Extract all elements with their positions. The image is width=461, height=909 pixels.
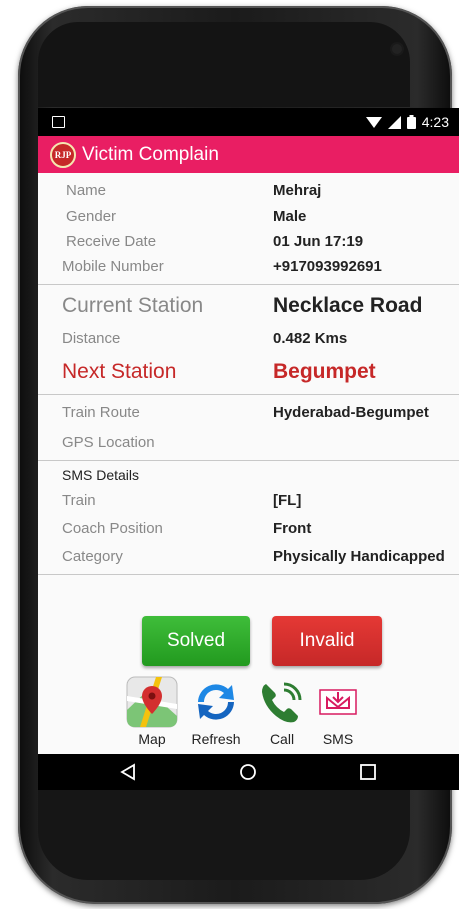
back-button[interactable] <box>98 754 158 790</box>
sms-action[interactable]: SMS <box>312 676 364 747</box>
coach-position-label: Coach Position <box>62 520 163 537</box>
name-value: Mehraj <box>273 182 322 199</box>
sms-details-heading: SMS Details <box>62 467 140 483</box>
navigation-bar <box>38 754 459 790</box>
distance-value: 0.482 Kms <box>273 330 348 347</box>
map-icon <box>126 676 178 728</box>
train-value: [FL] <box>273 492 302 509</box>
rpf-logo-icon: RJP <box>50 141 76 168</box>
name-label: Name <box>66 182 107 199</box>
receive-date-value: 01 Jun 17:19 <box>273 233 364 250</box>
map-action[interactable]: Map <box>126 676 178 747</box>
divider <box>38 394 459 395</box>
refresh-icon <box>198 684 234 720</box>
call-caption: Call <box>269 731 295 747</box>
next-station-label: Next Station <box>62 360 177 383</box>
phone-icon <box>262 682 302 723</box>
status-time: 4:23 <box>421 114 449 130</box>
wifi-icon <box>365 116 382 128</box>
next-station-value: Begumpet <box>273 360 376 383</box>
screenshot-notification-icon <box>52 116 65 128</box>
train-label: Train <box>62 492 96 509</box>
gps-location-label: GPS Location <box>62 434 155 451</box>
solved-button[interactable]: Solved <box>142 616 250 666</box>
mobile-label: Mobile Number <box>62 258 164 275</box>
recents-icon <box>360 764 376 780</box>
phone-top-bezel <box>38 22 410 107</box>
divider <box>38 460 459 461</box>
home-icon <box>240 764 256 780</box>
gender-label: Gender <box>66 208 117 225</box>
map-caption: Map <box>138 731 166 747</box>
train-route-label: Train Route <box>62 404 140 421</box>
current-station-label: Current Station <box>62 294 204 317</box>
status-bar: 4:23 <box>38 108 459 136</box>
signal-icon <box>387 115 401 129</box>
coach-position-value: Front <box>273 520 312 537</box>
invalid-button[interactable]: Invalid <box>272 616 382 666</box>
recents-button[interactable] <box>338 754 398 790</box>
current-station-value: Necklace Road <box>273 294 423 317</box>
home-button[interactable] <box>218 754 278 790</box>
receive-date-label: Receive Date <box>66 233 157 250</box>
front-camera <box>392 44 402 54</box>
gender-value: Male <box>273 208 307 225</box>
divider <box>38 284 459 285</box>
status-indicators: 4:23 <box>365 114 449 130</box>
app-bar: RJP Victim Complain <box>38 136 459 173</box>
refresh-caption: Refresh <box>191 731 241 747</box>
train-route-value: Hyderabad-Begumpet <box>273 404 429 421</box>
mobile-value: +917093992691 <box>273 258 382 275</box>
sms-caption: SMS <box>322 731 354 747</box>
call-action[interactable]: Call <box>256 676 308 747</box>
category-value: Physically Handicapped <box>273 548 445 565</box>
sms-icon <box>319 689 357 715</box>
divider <box>38 574 459 575</box>
app-title: Victim Complain <box>82 143 219 165</box>
app-screen: 4:23 RJP Victim Complain Name Mehraj Gen… <box>38 108 459 790</box>
category-label: Category <box>62 548 123 565</box>
back-icon <box>120 763 135 781</box>
logo-text: RJP <box>54 149 72 160</box>
phone-bottom-bezel <box>38 790 410 880</box>
refresh-action[interactable]: Refresh <box>190 676 242 747</box>
distance-label: Distance <box>62 330 121 347</box>
battery-icon <box>406 115 416 129</box>
